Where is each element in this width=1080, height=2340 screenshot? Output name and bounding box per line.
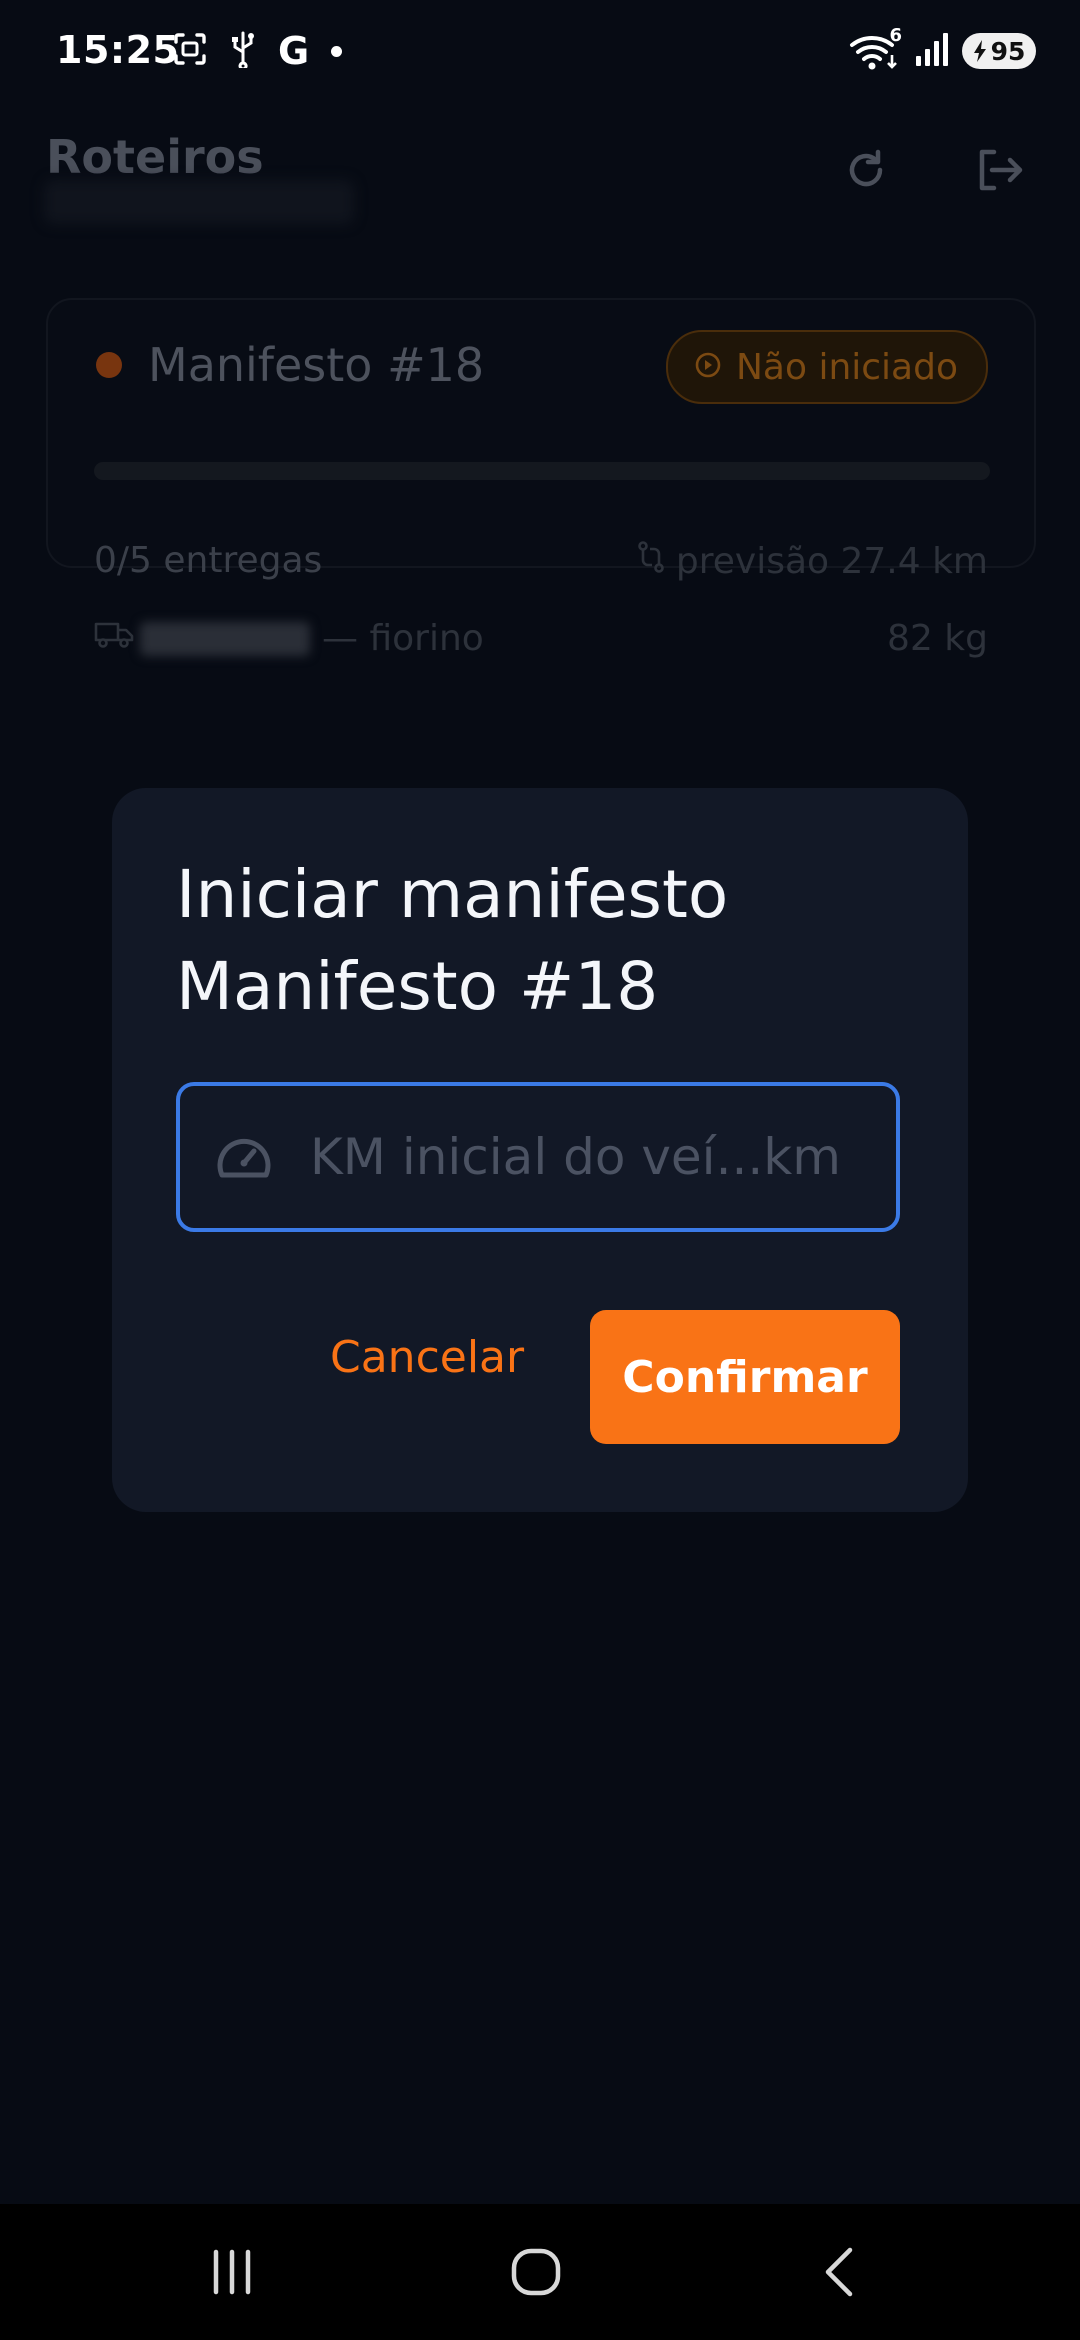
- recent-apps-icon: [208, 2249, 256, 2299]
- signal-icon: [914, 30, 950, 72]
- refresh-button[interactable]: [836, 142, 896, 202]
- truck-icon: [94, 618, 134, 659]
- dialog-title: Iniciar manifesto: [176, 856, 729, 933]
- wifi-icon: 6: [848, 25, 902, 71]
- distance-forecast: previsão 27.4 km: [636, 540, 988, 583]
- redacted-subtitle: [44, 180, 354, 224]
- manifest-title: Manifesto #18: [148, 338, 485, 392]
- recent-apps-button[interactable]: [192, 2234, 272, 2314]
- status-bar: 15:25 G 6 95: [0, 0, 1080, 104]
- notification-dot-icon: [331, 45, 343, 57]
- initial-km-input[interactable]: [308, 1127, 935, 1187]
- manifest-card[interactable]: Manifesto #18 Não iniciado 0/5 entregas …: [46, 298, 1036, 659]
- usb-icon: [230, 30, 256, 72]
- battery-charging-icon: 95: [962, 33, 1036, 69]
- back-icon: [820, 2246, 860, 2302]
- cargo-weight: 82 kg: [887, 618, 988, 659]
- cancel-button[interactable]: Cancelar: [330, 1308, 524, 1408]
- status-time: 15:25: [56, 28, 180, 72]
- vehicle-info: — fiorino: [94, 618, 484, 659]
- wifi-badge: 6: [889, 25, 902, 46]
- delivery-progress-bar: [94, 462, 990, 480]
- forecast-label: previsão 27.4 km: [675, 541, 988, 582]
- redacted-plate: [140, 621, 310, 656]
- route-icon: [636, 540, 666, 583]
- google-icon: G: [278, 29, 310, 73]
- status-badge: Não iniciado: [665, 330, 988, 404]
- initial-km-field[interactable]: [176, 1082, 935, 1232]
- status-label: Não iniciado: [735, 346, 958, 388]
- speedometer-icon: [214, 1127, 274, 1187]
- status-dot: [96, 352, 122, 378]
- play-circle-icon: [694, 347, 722, 388]
- home-button[interactable]: [496, 2234, 576, 2314]
- dialog-subtitle: Manifesto #18: [176, 948, 659, 1025]
- logout-button[interactable]: [970, 142, 1030, 202]
- refresh-icon: [842, 146, 890, 198]
- page-title: Roteiros: [46, 130, 264, 184]
- screenshot-icon: [172, 31, 208, 71]
- vehicle-model: — fiorino: [322, 618, 484, 659]
- status-icons-left: G: [172, 29, 343, 73]
- confirm-button[interactable]: Confirmar: [590, 1310, 900, 1444]
- back-button[interactable]: [800, 2234, 880, 2314]
- system-nav-bar: [0, 2204, 1080, 2340]
- battery-level: 95: [990, 36, 1026, 66]
- logout-icon: [974, 146, 1026, 198]
- deliveries-count: 0/5 entregas: [94, 540, 323, 581]
- home-icon: [510, 2246, 562, 2302]
- status-icons-right: 6 95: [848, 25, 1036, 72]
- start-manifest-dialog: Iniciar manifesto Manifesto #18 Cancelar…: [112, 788, 968, 1512]
